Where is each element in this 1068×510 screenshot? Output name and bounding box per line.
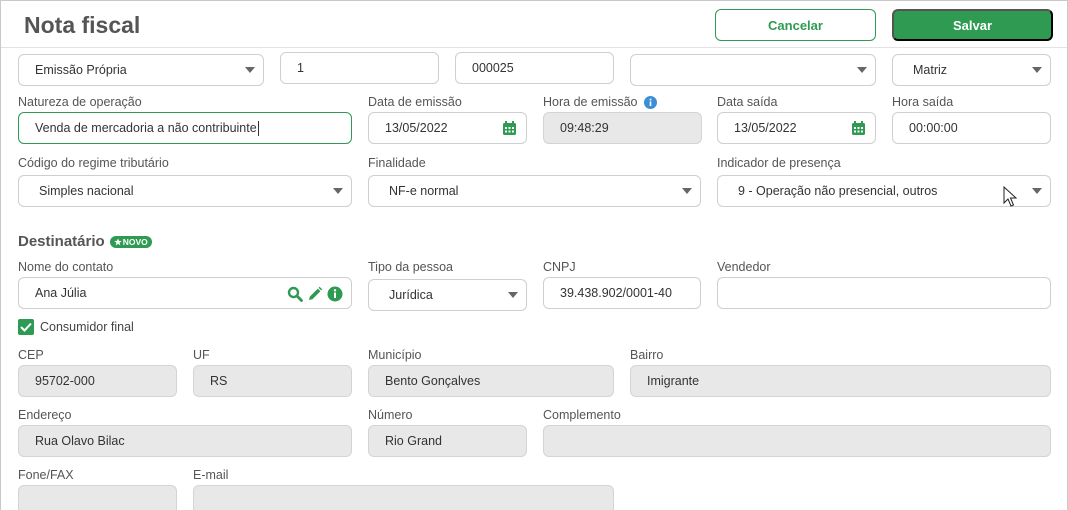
tipo-pessoa-label: Tipo da pessoa xyxy=(368,260,454,274)
data-emissao-input[interactable]: 13/05/2022 xyxy=(368,112,527,144)
modelo-select[interactable] xyxy=(630,54,876,86)
hora-emissao-label-text: Hora de emissão xyxy=(543,95,638,109)
bairro-value: Imigrante xyxy=(647,374,700,388)
endereco-value: Rua Olavo Bilac xyxy=(35,434,125,448)
fone-label: Fone/FAX xyxy=(18,468,74,482)
text-cursor xyxy=(257,120,259,136)
cnpj-label: CNPJ xyxy=(543,260,576,274)
hora-emissao-label: Hora de emissão xyxy=(543,95,657,109)
destinatario-title: Destinatário xyxy=(18,233,105,250)
cancel-button[interactable]: Cancelar xyxy=(715,9,876,41)
cep-value: 95702-000 xyxy=(35,374,95,388)
cep-input: 95702-000 xyxy=(18,365,177,397)
chevron-down-icon xyxy=(682,188,692,194)
tipo-pessoa-select[interactable]: Jurídica xyxy=(368,279,527,311)
hora-saida-value: 00:00:00 xyxy=(909,121,958,135)
vendedor-label: Vendedor xyxy=(717,260,771,274)
uf-input: RS xyxy=(193,365,352,397)
presenca-value: 9 - Operação não presencial, outros xyxy=(738,184,938,198)
cnpj-value: 39.438.902/0001-40 xyxy=(560,286,672,300)
novo-badge-text: NOVO xyxy=(122,236,148,247)
info-icon[interactable] xyxy=(643,95,657,109)
star-icon xyxy=(114,237,122,245)
tipo-pessoa-value: Jurídica xyxy=(389,288,433,302)
natureza-input[interactable]: Venda de mercadoria a não contribuinte xyxy=(18,112,352,144)
estabelecimento-value: Matriz xyxy=(913,63,948,77)
fone-input xyxy=(18,485,177,510)
complemento-label: Complemento xyxy=(543,408,621,422)
consumidor-final-checkbox[interactable] xyxy=(18,319,34,335)
hora-emissao-value: 09:48:29 xyxy=(560,121,609,135)
municipio-value: Bento Gonçalves xyxy=(385,374,481,388)
calendar-icon[interactable] xyxy=(502,121,517,136)
regime-select[interactable]: Simples nacional xyxy=(18,175,352,207)
endereco-label: Endereço xyxy=(18,408,72,422)
destinatario-section-title: Destinatário NOVO xyxy=(18,233,152,250)
data-saida-label: Data saída xyxy=(717,95,778,109)
calendar-icon[interactable] xyxy=(851,121,866,136)
chevron-down-icon xyxy=(1032,67,1042,73)
municipio-input: Bento Gonçalves xyxy=(368,365,614,397)
data-emissao-label: Data de emissão xyxy=(368,95,462,109)
novo-badge: NOVO xyxy=(109,235,152,248)
nome-contato-value: Ana Júlia xyxy=(35,286,87,300)
page-title: Nota fiscal xyxy=(24,12,141,38)
hora-saida-label: Hora saída xyxy=(892,95,954,109)
nome-contato-input[interactable]: Ana Júlia xyxy=(18,277,352,309)
nome-contato-actions xyxy=(287,286,343,302)
data-emissao-value: 13/05/2022 xyxy=(385,121,448,135)
regime-value: Simples nacional xyxy=(39,184,134,198)
cep-label: CEP xyxy=(18,348,44,362)
email-label: E-mail xyxy=(193,468,229,482)
uf-value: RS xyxy=(210,374,228,388)
presenca-select[interactable]: 9 - Operação não presencial, outros xyxy=(717,175,1051,207)
serie-value: 1 xyxy=(297,61,304,75)
numero-endereco-input: Rio Grand xyxy=(368,425,527,457)
hora-saida-input[interactable]: 00:00:00 xyxy=(892,112,1051,144)
uf-label: UF xyxy=(193,348,210,362)
finalidade-select[interactable]: NF-e normal xyxy=(368,175,701,207)
finalidade-value: NF-e normal xyxy=(389,184,459,198)
edit-icon[interactable] xyxy=(307,286,323,302)
search-icon[interactable] xyxy=(287,286,303,302)
chevron-down-icon xyxy=(333,188,343,194)
serie-input[interactable]: 1 xyxy=(280,52,439,84)
data-saida-input[interactable]: 13/05/2022 xyxy=(717,112,876,144)
save-button[interactable]: Salvar xyxy=(892,9,1053,41)
mouse-cursor-icon xyxy=(1003,186,1017,207)
chevron-down-icon xyxy=(245,67,255,73)
bairro-input: Imigrante xyxy=(630,365,1051,397)
nome-contato-label: Nome do contato xyxy=(18,260,114,274)
bairro-label: Bairro xyxy=(630,348,664,362)
numero-endereco-value: Rio Grand xyxy=(385,434,442,448)
regime-label: Código do regime tributário xyxy=(18,156,169,170)
emissao-value: Emissão Própria xyxy=(35,63,127,77)
natureza-label: Natureza de operação xyxy=(18,95,142,109)
check-icon xyxy=(20,322,32,332)
email-input xyxy=(193,485,614,510)
header-divider xyxy=(1,47,1067,48)
endereco-input: Rua Olavo Bilac xyxy=(18,425,352,457)
chevron-down-icon xyxy=(508,292,518,298)
info-icon[interactable] xyxy=(327,286,343,302)
estabelecimento-select[interactable]: Matriz xyxy=(892,54,1051,86)
consumidor-final-label[interactable]: Consumidor final xyxy=(40,320,134,334)
municipio-label: Município xyxy=(368,348,422,362)
hora-emissao-input: 09:48:29 xyxy=(543,112,702,144)
data-saida-value: 13/05/2022 xyxy=(734,121,797,135)
complemento-input xyxy=(543,425,1051,457)
emissao-select[interactable]: Emissão Própria xyxy=(18,54,264,86)
vendedor-input[interactable] xyxy=(717,277,1051,309)
natureza-value: Venda de mercadoria a não contribuinte xyxy=(35,121,257,135)
chevron-down-icon xyxy=(1032,188,1042,194)
numero-input[interactable]: 000025 xyxy=(455,52,614,84)
numero-label: Número xyxy=(368,408,413,422)
numero-value: 000025 xyxy=(472,61,514,75)
presenca-label: Indicador de presença xyxy=(717,156,841,170)
finalidade-label: Finalidade xyxy=(368,156,426,170)
chevron-down-icon xyxy=(857,67,867,73)
cnpj-input[interactable]: 39.438.902/0001-40 xyxy=(543,277,701,309)
